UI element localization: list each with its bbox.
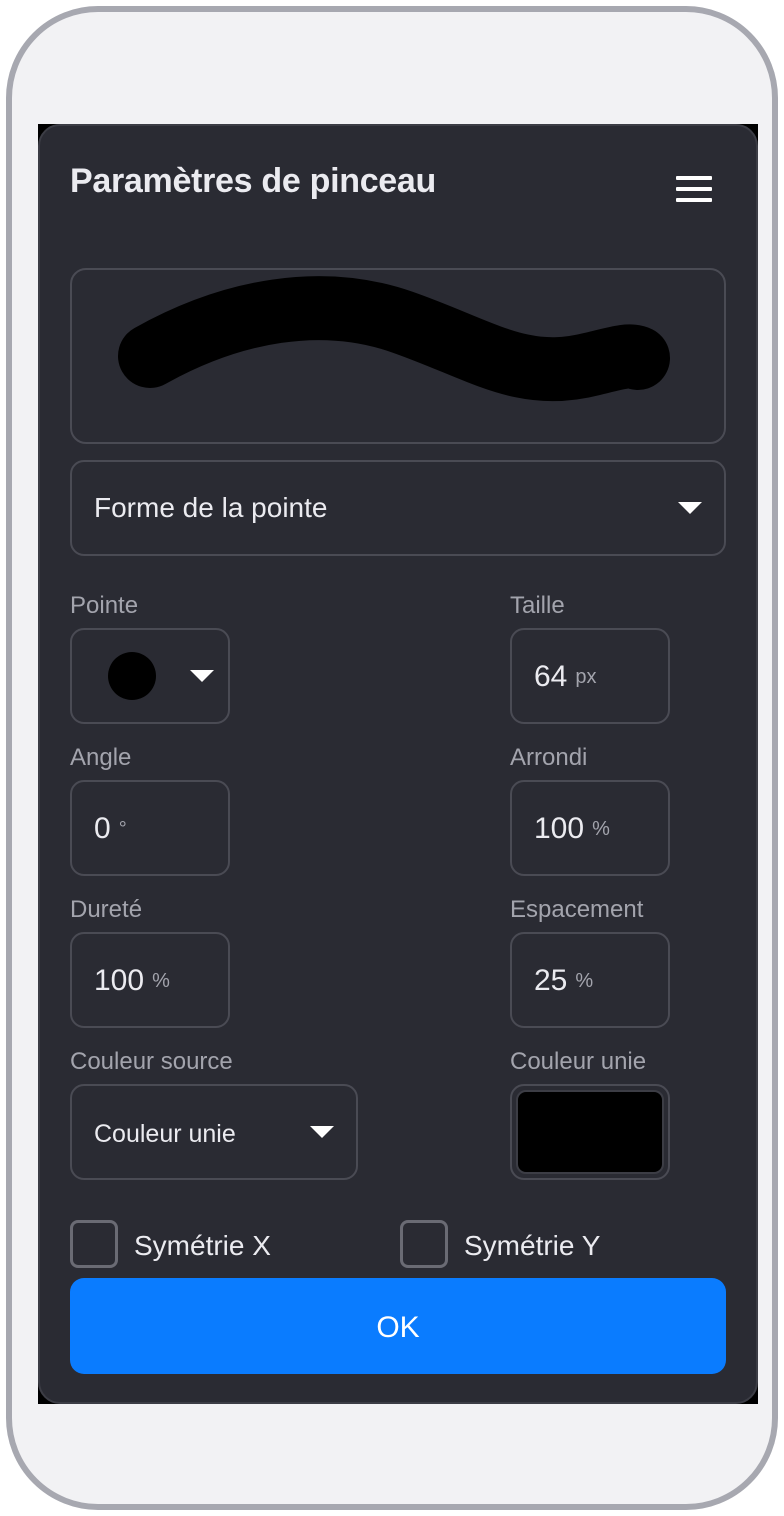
roundness-input[interactable]: 100% <box>510 780 670 876</box>
roundness-unit: % <box>592 818 610 840</box>
hamburger-menu-icon[interactable] <box>674 174 714 204</box>
symmetry-y-checkbox[interactable] <box>400 1220 448 1268</box>
color-swatch-fill <box>516 1090 664 1174</box>
spacing-label: Espacement <box>510 896 644 923</box>
brush-stroke-preview <box>118 276 670 402</box>
phone-frame: Paramètres de pinceau Forme de la pointe… <box>6 6 778 1510</box>
roundness-label: Arrondi <box>510 744 588 771</box>
angle-value: 0 <box>94 812 111 845</box>
size-label: Taille <box>510 592 565 619</box>
hardness-value: 100 <box>94 964 145 997</box>
size-unit: px <box>575 666 597 688</box>
tip-label: Pointe <box>70 592 139 619</box>
dialog-title: Paramètres de pinceau <box>70 162 436 200</box>
hardness-label: Dureté <box>70 896 143 923</box>
size-input[interactable]: 64 px <box>510 628 670 724</box>
tip-shape-dropdown-label: Forme de la pointe <box>94 492 328 523</box>
angle-unit: ° <box>118 818 127 840</box>
hardness-unit: % <box>152 970 170 992</box>
spacing-unit: % <box>575 970 594 992</box>
ok-button-label: OK <box>376 1311 420 1344</box>
caret-down-icon <box>678 502 702 514</box>
screen: Paramètres de pinceau Forme de la pointe… <box>38 124 758 1404</box>
size-value: 64 <box>534 660 568 693</box>
hardness-input[interactable]: 100% <box>70 932 230 1028</box>
solid-color-label: Couleur unie <box>510 1048 647 1075</box>
angle-input[interactable]: 0 ° <box>70 780 230 876</box>
color-source-label: Couleur source <box>70 1048 233 1075</box>
color-source-dropdown[interactable]: Couleur unie <box>70 1084 358 1180</box>
tip-shape-dropdown[interactable]: Forme de la pointe <box>70 460 726 556</box>
color-source-value: Couleur unie <box>94 1120 236 1148</box>
symmetry-x-label: Symétrie X <box>134 1230 271 1261</box>
round-tip-icon <box>108 652 156 700</box>
brush-settings-dialog: Paramètres de pinceau Forme de la pointe… <box>38 124 758 1404</box>
spacing-input[interactable]: 25% <box>510 932 670 1028</box>
caret-down-icon <box>310 1126 334 1138</box>
caret-down-icon <box>190 670 214 682</box>
angle-label: Angle <box>70 744 132 771</box>
solid-color-swatch[interactable] <box>510 1084 670 1180</box>
symmetry-y-label: Symétrie Y <box>464 1230 601 1261</box>
tip-select[interactable] <box>70 628 230 724</box>
spacing-value: 25 <box>534 964 568 997</box>
ok-button[interactable]: OK <box>70 1278 726 1374</box>
roundness-value: 100 <box>534 812 585 845</box>
brush-preview <box>70 268 726 444</box>
symmetry-x-checkbox[interactable] <box>70 1220 118 1268</box>
